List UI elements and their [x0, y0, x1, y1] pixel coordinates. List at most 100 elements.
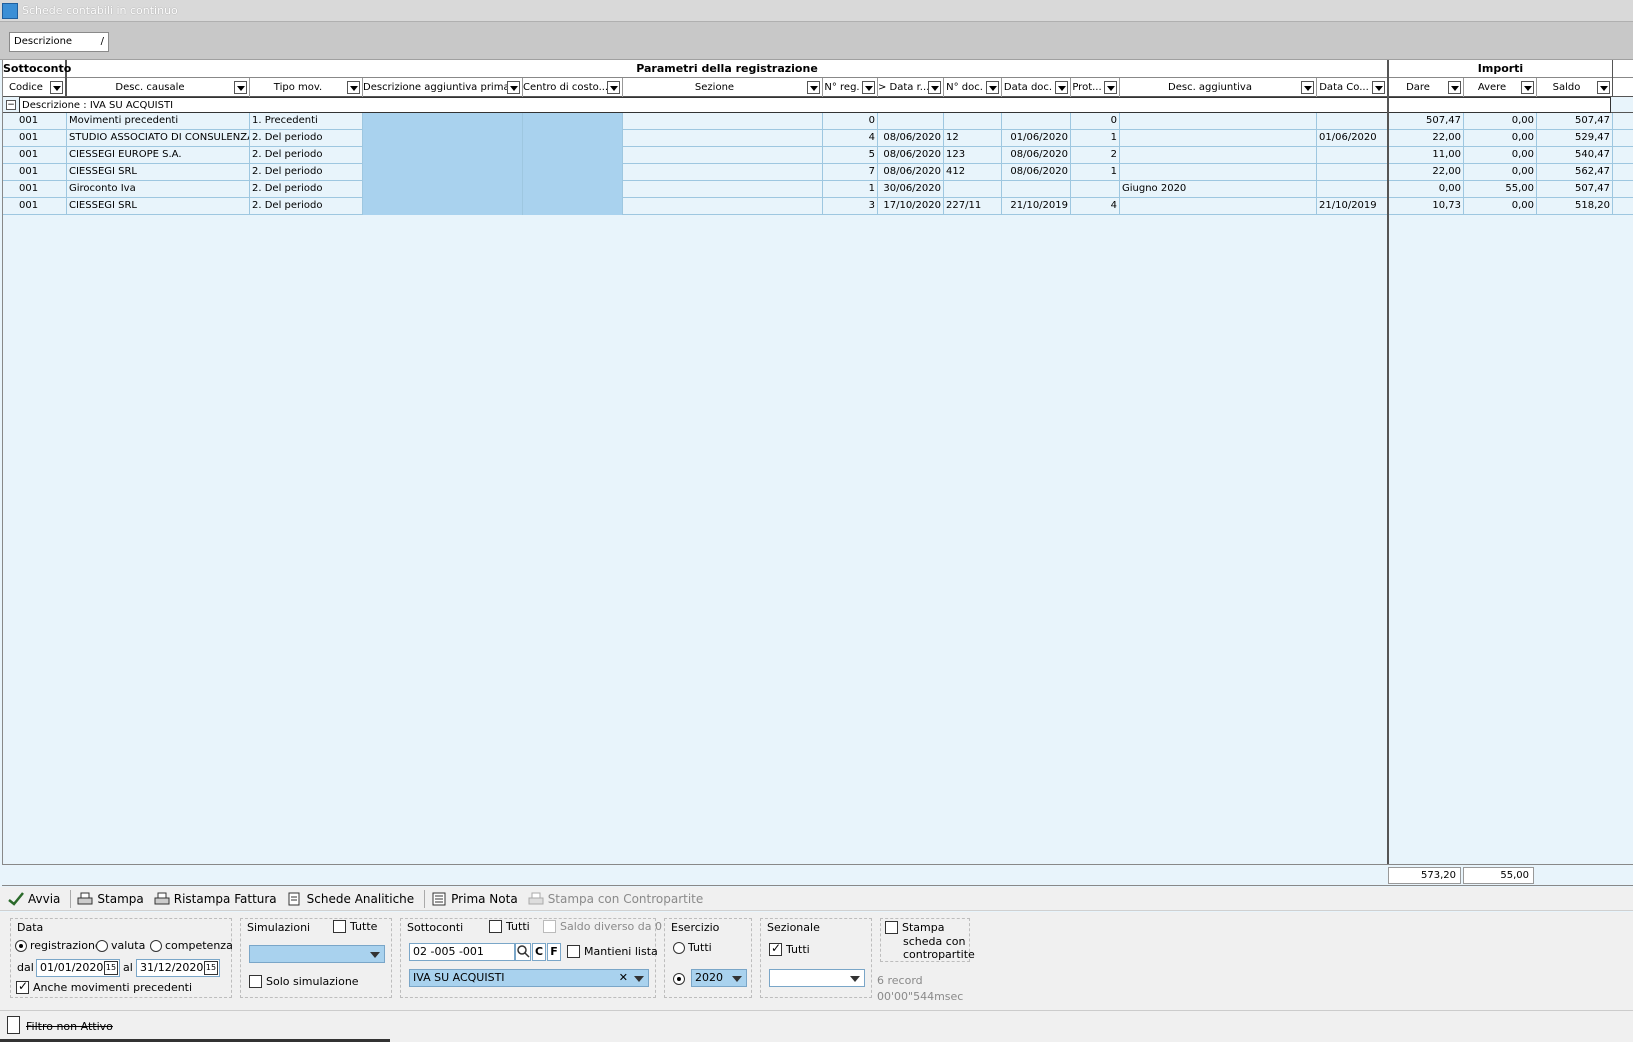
cell-desc-agg-prima — [363, 198, 523, 215]
band-importi: Importi — [1389, 60, 1613, 78]
filter-dropdown-icon[interactable] — [234, 81, 247, 94]
cell-avere: 0,00 — [1464, 147, 1537, 164]
filter-dropdown-icon[interactable] — [1104, 81, 1117, 94]
chevron-down-icon — [732, 976, 742, 982]
clear-icon[interactable]: ✕ — [619, 970, 628, 986]
col-saldo[interactable]: Saldo — [1537, 78, 1613, 97]
cell-avere: 0,00 — [1464, 130, 1537, 147]
filter-dropdown-icon[interactable] — [1301, 81, 1314, 94]
date-from-input[interactable]: 01/01/2020 15 — [36, 959, 120, 977]
cell-saldo: 540,47 — [1537, 147, 1613, 164]
filter-dropdown-icon[interactable] — [1372, 81, 1385, 94]
filter-dropdown-icon[interactable] — [1055, 81, 1068, 94]
total-dare: 573,20 — [1388, 867, 1461, 884]
col-data-doc[interactable]: Data doc. — [1002, 78, 1071, 97]
sottoconto-code-input[interactable]: 02 -005 -001 — [409, 943, 515, 961]
date-to-input[interactable]: 31/12/2020 15 — [136, 959, 220, 977]
esercizio-select[interactable]: 2020 — [691, 969, 747, 987]
cell-n-reg: 4 — [823, 130, 878, 147]
col-tipo-mov[interactable]: Tipo mov. — [250, 78, 363, 97]
col-desc-agg-prima[interactable]: Descrizione aggiuntiva prima... — [363, 78, 523, 97]
col-avere[interactable]: Avere — [1464, 78, 1537, 97]
chevron-down-icon — [370, 952, 380, 958]
cell-desc-agg-prima — [363, 113, 523, 130]
search-icon[interactable] — [515, 943, 531, 961]
filter-dropdown-icon[interactable] — [507, 81, 520, 94]
col-prot[interactable]: Prot... — [1071, 78, 1120, 97]
tutte-checkbox[interactable]: Tutte — [333, 920, 377, 933]
cell-prot: 1 — [1071, 130, 1120, 147]
col-desc-causale[interactable]: Desc. causale — [67, 78, 250, 97]
sottoconto-select[interactable]: IVA SU ACQUISTI ✕ — [409, 969, 649, 987]
collapse-icon[interactable]: − — [6, 100, 16, 110]
sottoconti-legend: Sottoconti — [407, 921, 464, 934]
filter-dropdown-icon[interactable] — [347, 81, 360, 94]
cell-centro-costo — [523, 147, 623, 164]
col-codice[interactable]: Codice — [3, 78, 67, 97]
calendar-icon[interactable]: 15 — [204, 961, 218, 975]
sezionale-select[interactable] — [769, 969, 865, 987]
sezionale-tutti-checkbox[interactable]: Tutti — [769, 941, 810, 956]
filter-dropdown-icon[interactable] — [928, 81, 941, 94]
stampa-contropartite-button[interactable]: Stampa con Contropartite — [528, 892, 703, 906]
sort-indicator: / — [100, 36, 104, 47]
mantieni-lista-checkbox[interactable]: Mantieni lista — [567, 945, 658, 958]
cell-saldo: 562,47 — [1537, 164, 1613, 181]
esercizio-year-radio[interactable] — [673, 973, 688, 985]
col-n-reg[interactable]: N° reg. — [823, 78, 878, 97]
ristampa-fattura-button[interactable]: Ristampa Fattura — [154, 892, 277, 906]
cell-sezione — [623, 113, 823, 130]
col-data-r[interactable]: > Data r... — [878, 78, 944, 97]
cell-prot: 0 — [1071, 113, 1120, 130]
cell-codice: 001 — [17, 113, 67, 130]
cell-prot: 1 — [1071, 164, 1120, 181]
radio-competenza[interactable]: competenza — [150, 939, 233, 952]
esercizio-tutti-radio[interactable]: Tutti — [673, 941, 712, 954]
stampa-button[interactable]: Stampa — [70, 889, 144, 908]
col-data-co[interactable]: Data Co... — [1317, 78, 1389, 97]
col-dare[interactable]: Dare — [1389, 78, 1464, 97]
radio-registrazione[interactable]: registrazione — [15, 939, 102, 952]
filter-dropdown-icon[interactable] — [807, 81, 820, 94]
stampa-scheda-checkbox[interactable]: Stampa — [885, 921, 944, 934]
filter-dropdown-icon[interactable] — [607, 81, 620, 94]
filter-dropdown-icon[interactable] — [1597, 81, 1610, 94]
cell-desc-agg-prima — [363, 130, 523, 147]
sottoconti-tutti-checkbox[interactable]: Tutti — [489, 920, 530, 933]
filter-dropdown-icon[interactable] — [986, 81, 999, 94]
group-by-chip[interactable]: Descrizione / — [9, 32, 109, 52]
cell-codice: 001 — [17, 164, 67, 181]
filter-dropdown-icon[interactable] — [1521, 81, 1534, 94]
cell-codice: 001 — [17, 198, 67, 215]
anche-movimenti-checkbox[interactable]: Anche movimenti precedenti — [16, 979, 192, 994]
avvia-button[interactable]: Avvia — [8, 892, 60, 906]
elapsed-time: 00'00"544msec — [877, 990, 964, 1003]
c-button[interactable]: C — [532, 943, 546, 961]
calendar-icon[interactable]: 15 — [104, 961, 118, 975]
cell-data-r: 30/06/2020 — [878, 181, 944, 198]
filter-icon[interactable] — [7, 1016, 20, 1034]
printer-icon — [154, 892, 170, 904]
f-button[interactable]: F — [547, 943, 561, 961]
cell-data-doc — [1002, 181, 1071, 198]
filter-dropdown-icon[interactable] — [50, 81, 63, 94]
schede-analitiche-button[interactable]: Schede Analitiche — [287, 892, 414, 906]
radio-valuta[interactable]: valuta — [96, 939, 145, 952]
cell-n-reg: 0 — [823, 113, 878, 130]
simulazioni-select[interactable] — [249, 945, 385, 963]
col-desc-agg[interactable]: Desc. aggiuntiva — [1120, 78, 1317, 97]
col-sezione[interactable]: Sezione — [623, 78, 823, 97]
cell-dare: 22,00 — [1389, 130, 1464, 147]
filter-dropdown-icon[interactable] — [1448, 81, 1461, 94]
prima-nota-button[interactable]: Prima Nota — [424, 889, 518, 908]
solo-simulazione-checkbox[interactable]: Solo simulazione — [249, 975, 359, 988]
col-centro-costo[interactable]: Centro di costo... — [523, 78, 623, 97]
filter-dropdown-icon[interactable] — [862, 81, 875, 94]
totals-row: 573,20 55,00 — [2, 864, 1633, 886]
saldo-diverso-checkbox[interactable]: Saldo diverso da 0 — [543, 920, 662, 933]
cell-codice: 001 — [17, 181, 67, 198]
col-n-doc[interactable]: N° doc. — [944, 78, 1002, 97]
cell-data-r: 08/06/2020 — [878, 130, 944, 147]
cell-n-doc — [944, 181, 1002, 198]
record-count: 6 record — [877, 974, 923, 987]
